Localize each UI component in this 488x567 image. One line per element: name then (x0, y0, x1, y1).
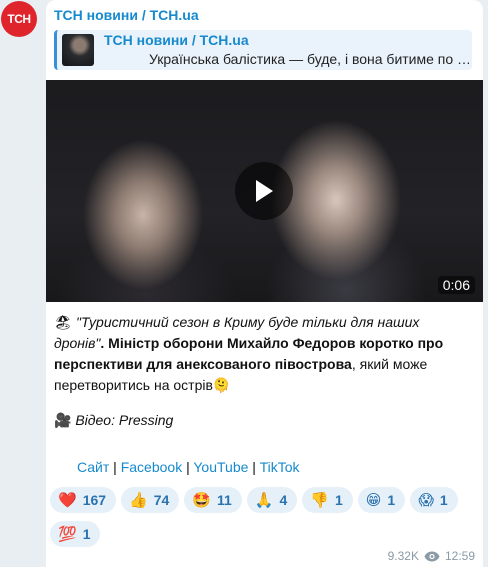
video-duration: 0:06 (437, 276, 475, 294)
beach-icon: 🏖 (54, 314, 72, 330)
scream-icon: 😱 (418, 492, 434, 509)
channel-avatar[interactable]: TCH (1, 1, 37, 37)
reaction-count: 167 (82, 492, 107, 508)
reaction-heart[interactable]: ❤️ 167 (50, 487, 117, 513)
forward-thumbnail (62, 34, 94, 66)
social-links: Сайт | Facebook | YouTube | TikTok (77, 459, 300, 475)
link-separator: | (182, 459, 194, 475)
folded-hands-icon: 🙏 (254, 492, 274, 509)
link-site[interactable]: Сайт (77, 459, 109, 475)
link-tiktok[interactable]: TikTok (260, 459, 300, 475)
camera-icon: 🎥 (54, 412, 72, 428)
reaction-count: 1 (334, 492, 343, 508)
play-icon (256, 180, 273, 202)
avatar-logo-text: TCH (7, 12, 31, 26)
message-bubble: ТСН новини / TCH.ua ТСН новини / TCH.ua … (46, 0, 483, 567)
thumbs-up-icon: 👍 (129, 492, 148, 509)
view-count: 9.32K (387, 549, 419, 563)
reaction-scream[interactable]: 😱 1 (410, 487, 458, 513)
grin-icon: 😁 (365, 492, 382, 509)
video-source: Відео: Pressing (75, 412, 174, 428)
reaction-star-struck[interactable]: 🤩 11 (184, 487, 242, 513)
message-caption: 🏖 "Туристичний сезон в Криму буде тільки … (54, 312, 472, 431)
forward-author: ТСН новини / TCH.ua (104, 32, 249, 48)
forwarded-reply[interactable]: ТСН новини / TCH.ua Українська балістика… (54, 30, 472, 70)
link-separator: | (109, 459, 121, 475)
reaction-count: 1 (82, 526, 91, 542)
reaction-count: 1 (439, 492, 448, 508)
message-time: 12:59 (444, 549, 475, 563)
play-button[interactable] (235, 162, 293, 220)
reaction-thumbs-up[interactable]: 👍 74 (121, 487, 180, 513)
star-struck-icon: 🤩 (192, 492, 211, 509)
reaction-count: 11 (217, 492, 232, 508)
channel-name[interactable]: ТСН новини / TCH.ua (54, 7, 199, 23)
heart-icon: ❤️ (58, 492, 77, 509)
message-meta: 9.32K 12:59 (388, 549, 475, 563)
melting-face-icon: 🫠 (212, 377, 231, 393)
eye-icon (424, 551, 440, 561)
hundred-icon: 💯 (58, 526, 77, 543)
link-youtube[interactable]: YouTube (193, 459, 248, 475)
reactions-bar: ❤️ 167 👍 74 🤩 11 🙏 4 👎 1 😁 1 😱 1 💯 1 (50, 487, 475, 547)
reaction-count: 74 (153, 492, 170, 508)
link-separator: | (248, 459, 260, 475)
forward-preview-text: Українська балістика — буде, і вона бити… (149, 51, 469, 67)
thumbs-down-icon: 👎 (310, 492, 329, 509)
reaction-grin[interactable]: 😁 1 (357, 487, 406, 513)
link-facebook[interactable]: Facebook (121, 459, 182, 475)
video-player[interactable]: 0:06 (46, 80, 483, 302)
reaction-thumbs-down[interactable]: 👎 1 (302, 487, 353, 513)
reaction-hundred[interactable]: 💯 1 (50, 521, 101, 547)
reaction-count: 1 (387, 492, 396, 508)
reaction-count: 4 (279, 492, 288, 508)
reaction-pray[interactable]: 🙏 4 (246, 487, 298, 513)
